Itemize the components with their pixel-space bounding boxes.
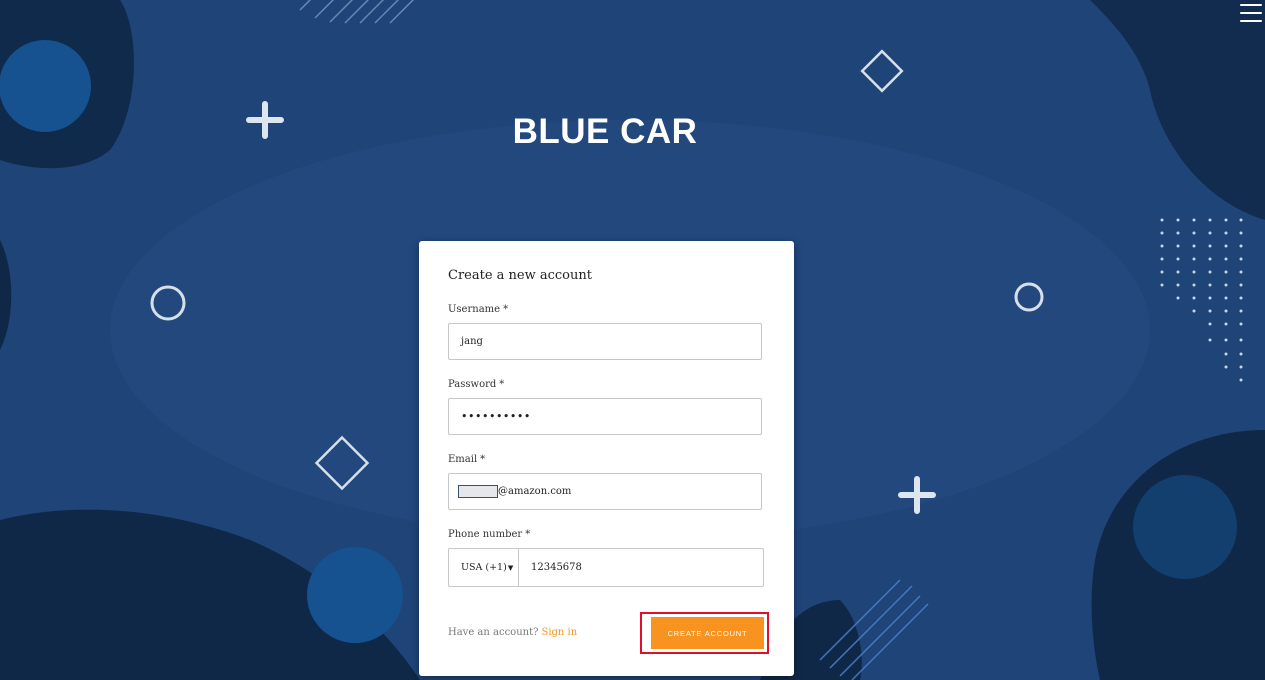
email-label: Email *	[448, 454, 485, 465]
email-input[interactable]: @amazon.com	[448, 473, 762, 510]
password-input[interactable]: ••••••••••	[448, 398, 762, 435]
password-label: Password *	[448, 379, 504, 390]
country-code-select[interactable]: USA (+1) ▼	[449, 549, 519, 586]
password-value: ••••••••••	[461, 410, 531, 423]
phone-field: USA (+1) ▼ 12345678	[448, 548, 764, 587]
have-account-text: Have an account?	[448, 627, 539, 638]
required-mark: *	[525, 529, 531, 540]
username-input[interactable]: jang	[448, 323, 762, 360]
menu-bar	[1240, 12, 1262, 14]
username-value: jang	[461, 336, 483, 347]
chevron-down-icon: ▼	[507, 563, 514, 572]
hamburger-icon[interactable]	[1240, 4, 1262, 22]
phone-label: Phone number *	[448, 529, 530, 540]
form-heading: Create a new account	[448, 268, 592, 283]
password-label-text: Password	[448, 379, 497, 390]
username-label: Username *	[448, 304, 508, 315]
signin-prompt: Have an account? Sign in	[448, 627, 577, 638]
redacted-text-box	[458, 485, 498, 498]
signin-link[interactable]: Sign in	[541, 627, 577, 638]
menu-bar	[1240, 4, 1262, 6]
create-account-button[interactable]: CREATE ACCOUNT	[651, 617, 764, 649]
phone-number-input[interactable]: 12345678	[519, 549, 763, 586]
app-title: BLUE CAR	[512, 112, 698, 151]
email-label-text: Email	[448, 454, 478, 465]
required-mark: *	[499, 379, 505, 390]
signup-card: Create a new account Username * jang Pass…	[419, 241, 794, 676]
email-domain: @amazon.com	[498, 486, 572, 497]
phone-label-text: Phone number	[448, 529, 523, 540]
menu-bar	[1240, 20, 1262, 22]
required-mark: *	[503, 304, 509, 315]
country-code-value: USA (+1)	[461, 562, 507, 573]
required-mark: *	[480, 454, 486, 465]
username-label-text: Username	[448, 304, 501, 315]
phone-number-value: 12345678	[531, 562, 582, 573]
